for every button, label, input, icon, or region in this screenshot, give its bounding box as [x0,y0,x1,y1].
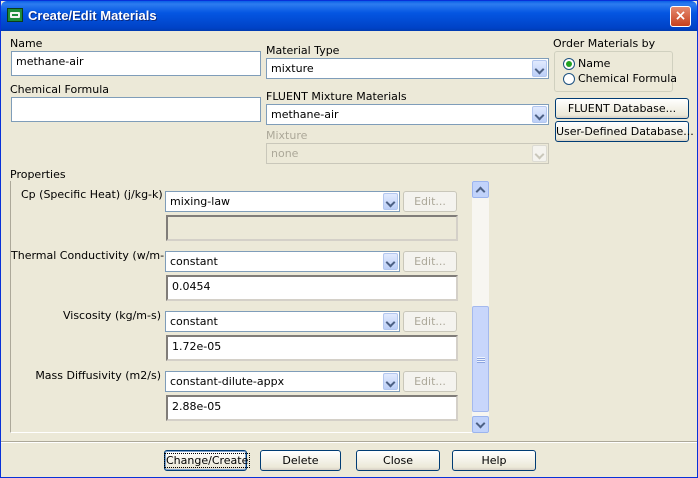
help-button[interactable]: Help [452,450,536,471]
fluent-mixture-materials-select[interactable]: methane-air [266,104,549,125]
grip-icon [477,357,485,363]
name-input[interactable]: methane-air [11,51,261,76]
chemical-formula-label: Chemical Formula [10,83,110,96]
order-by-label: Order Materials by [553,37,656,50]
scroll-down-icon[interactable] [472,416,489,433]
material-type-value: mixture [271,62,314,75]
chevron-down-icon[interactable] [532,106,547,123]
delete-button[interactable]: Delete [260,450,341,471]
cp-edit-button[interactable]: Edit... [403,191,457,212]
thermal-conductivity-edit-button[interactable]: Edit... [403,251,457,272]
mass-diffusivity-method-value: constant-dilute-appx [170,375,285,388]
thermal-conductivity-label: Thermal Conductivity (w/m-k) [11,249,175,262]
cp-value-field [166,215,458,241]
viscosity-label: Viscosity (kg/m-s) [62,309,161,322]
mixture-value: none [271,147,299,160]
thermal-conductivity-method-select[interactable]: constant [165,251,400,272]
viscosity-method-value: constant [170,315,218,328]
fluent-database-button[interactable]: FLUENT Database... [555,98,689,119]
chemical-formula-input[interactable] [11,97,261,122]
chevron-down-icon [532,145,547,162]
mixture-label: Mixture [266,129,308,142]
cp-method-value: mixing-law [170,195,231,208]
footer-separator [1,441,697,443]
viscosity-edit-button[interactable]: Edit... [403,311,457,332]
material-type-label: Material Type [266,44,340,57]
properties-label: Properties [10,168,66,181]
cp-label: Cp (Specific Heat) (j/kg-k) [21,188,163,201]
order-by-name-label[interactable]: Name [578,57,610,70]
chevron-down-icon[interactable] [383,313,398,330]
user-defined-database-button[interactable]: User-Defined Database... [555,121,694,142]
order-by-formula-radio[interactable] [563,73,575,85]
cp-method-select[interactable]: mixing-law [165,191,400,212]
window-title: Create/Edit Materials [28,8,157,23]
order-by-name-radio[interactable] [563,58,575,70]
close-icon[interactable]: × [670,6,691,27]
viscosity-input[interactable]: 1.72e-05 [166,335,458,361]
mass-diffusivity-edit-button[interactable]: Edit... [403,371,457,392]
scrollbar-thumb[interactable] [472,306,489,412]
properties-scrollbar[interactable] [472,181,489,433]
chevron-down-icon[interactable] [383,193,398,210]
thermal-conductivity-method-value: constant [170,255,218,268]
chevron-down-icon[interactable] [383,373,398,390]
name-label: Name [10,37,43,50]
mass-diffusivity-method-select[interactable]: constant-dilute-appx [165,371,400,392]
mixture-select[interactable]: none [266,143,549,164]
close-button[interactable]: Close [356,450,440,471]
fluent-mixture-materials-value: methane-air [271,108,339,121]
change-create-label: Change/Create [163,453,251,468]
chevron-down-icon[interactable] [383,253,398,270]
material-type-select[interactable]: mixture [266,58,549,79]
chevron-down-icon[interactable] [532,60,547,77]
viscosity-method-select[interactable]: constant [165,311,400,332]
mass-diffusivity-input[interactable]: 2.88e-05 [166,395,458,421]
scroll-up-icon[interactable] [472,181,489,198]
order-by-formula-label[interactable]: Chemical Formula [578,72,677,85]
fluent-app-icon [7,8,23,22]
fluent-mixture-materials-label: FLUENT Mixture Materials [266,90,407,103]
mass-diffusivity-label: Mass Diffusivity (m2/s) [35,369,161,382]
thermal-conductivity-input[interactable]: 0.0454 [166,275,458,301]
title-bar[interactable]: Create/Edit Materials × [1,1,697,31]
create-edit-materials-dialog: Create/Edit Materials × Name methane-air… [0,0,698,478]
change-create-button[interactable]: Change/Create [163,450,251,471]
